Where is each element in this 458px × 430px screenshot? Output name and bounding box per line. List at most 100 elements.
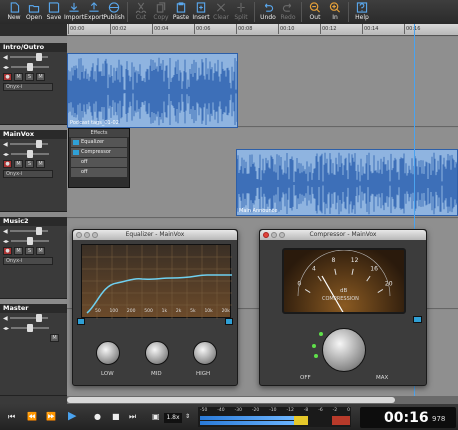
effect-slot[interactable]: Compressor <box>71 148 127 157</box>
mute-button[interactable]: M <box>14 160 23 168</box>
go-to-end-icon[interactable]: ⏭ <box>129 412 136 422</box>
minimize-button[interactable] <box>271 232 277 238</box>
toolbar-help-button[interactable]: Help <box>352 0 372 24</box>
horizontal-scrollbar[interactable] <box>67 396 458 404</box>
compressor-window: Compressor - MainVox 0 4 8 12 16 20 dB COMPRE… <box>259 229 427 386</box>
toolbar-separator <box>127 2 128 22</box>
effects-panel: Effects Equalizer Compressor off off <box>68 128 130 188</box>
track-name: MainVox <box>0 130 67 139</box>
eq-freq-label: 100 <box>109 309 119 314</box>
effect-slot[interactable]: off <box>71 168 127 177</box>
input-select[interactable]: Onyx-i <box>3 257 53 265</box>
eq-toggle-left[interactable] <box>77 318 85 325</box>
status-led <box>314 354 318 358</box>
record-button[interactable]: ● <box>3 160 12 168</box>
compressor-toggle[interactable] <box>413 316 422 323</box>
input-select[interactable]: Onyx-i <box>3 170 53 178</box>
toolbar-undo-button[interactable]: Undo <box>258 0 278 24</box>
eq-freq-label: 2k <box>175 309 182 314</box>
input-select[interactable]: Onyx-i <box>3 83 53 91</box>
ruler-tick: 00:12 <box>319 24 337 34</box>
channel-button[interactable]: M <box>50 334 59 342</box>
zoom-button[interactable] <box>92 232 98 238</box>
eq-freq-label: 1k <box>161 309 168 314</box>
rewind-icon[interactable]: ⏪ <box>27 412 37 421</box>
ruler-corner <box>0 24 67 36</box>
window-titlebar[interactable]: Equalizer - MainVox <box>73 230 237 240</box>
toolbar-cut-button[interactable]: Cut <box>131 0 151 24</box>
ruler-tick: 00:06 <box>193 24 211 34</box>
loop-icon[interactable]: ▣ <box>152 412 160 421</box>
pan-slider[interactable] <box>11 150 50 158</box>
eq-graph[interactable] <box>81 244 232 319</box>
timeline-ruler[interactable]: 00:00 00:02 00:04 00:06 00:08 00:10 00:12 00:14… <box>67 24 458 36</box>
record-icon[interactable]: ■ <box>112 412 120 421</box>
pan-slider[interactable] <box>11 237 50 245</box>
channel-button[interactable]: M <box>36 247 45 255</box>
toolbar-in-button[interactable]: In <box>325 0 345 24</box>
speed-stepper[interactable]: ⇕ <box>185 413 190 420</box>
effect-slot[interactable]: Equalizer <box>71 138 127 147</box>
low-knob[interactable] <box>96 341 120 365</box>
channel-button[interactable]: M <box>36 160 45 168</box>
waveform <box>68 54 237 127</box>
toolbar-publish-button[interactable]: Publish <box>103 0 125 24</box>
track-name: Intro/Outro <box>0 43 67 52</box>
window-title: Compressor - MainVox <box>309 231 377 238</box>
toolbar-copy-button[interactable]: Copy <box>151 0 171 24</box>
status-led <box>312 344 316 348</box>
toolbar-new-button[interactable]: New <box>4 0 24 24</box>
volume-slider[interactable] <box>9 53 48 61</box>
mute-button[interactable]: M <box>14 73 23 81</box>
compression-knob[interactable] <box>322 328 366 372</box>
toolbar-redo-button[interactable]: Redo <box>278 0 298 24</box>
record-button[interactable]: ● <box>3 73 12 81</box>
toolbar-export-button[interactable]: Export <box>84 0 104 24</box>
window-titlebar[interactable]: Compressor - MainVox <box>260 230 426 240</box>
toolbar-split-button[interactable]: Split <box>231 0 251 24</box>
ruler-tick: 00:10 <box>277 24 295 34</box>
pan-slider[interactable] <box>11 63 50 71</box>
go-to-start-icon[interactable]: ⏮ <box>8 412 15 422</box>
speed-display[interactable]: 1.8x <box>164 413 182 423</box>
effect-slot[interactable]: off <box>71 158 127 167</box>
toolbar-paste-button[interactable]: Paste <box>171 0 191 24</box>
new-icon <box>10 2 20 13</box>
eq-toggle-right[interactable] <box>225 318 233 325</box>
solo-button[interactable]: S <box>25 160 34 168</box>
toolbar-out-button[interactable]: Out <box>305 0 325 24</box>
fast-forward-icon[interactable]: ⏩ <box>46 412 56 421</box>
stop-icon[interactable]: ● <box>94 412 101 421</box>
play-icon[interactable]: ▶ <box>68 409 76 422</box>
record-button[interactable]: ● <box>3 247 12 255</box>
close-button[interactable] <box>76 232 82 238</box>
export-icon <box>89 2 99 12</box>
pan-slider[interactable] <box>11 324 50 332</box>
mute-button[interactable]: M <box>14 247 23 255</box>
volume-slider[interactable] <box>9 314 48 322</box>
minimize-button[interactable] <box>84 232 90 238</box>
volume-slider[interactable] <box>9 227 48 235</box>
volume-icon: ◀ <box>3 53 8 61</box>
publish-icon <box>108 2 120 13</box>
track-name: Music2 <box>0 217 67 226</box>
meter-scale-label: 0 <box>347 408 350 413</box>
pan-icon: ◂▸ <box>3 324 10 332</box>
close-button[interactable] <box>263 232 269 238</box>
toolbar-open-button[interactable]: Open <box>24 0 44 24</box>
channel-button[interactable]: M <box>36 73 45 81</box>
toolbar-save-button[interactable]: Save <box>44 0 64 24</box>
mid-knob[interactable] <box>145 341 169 365</box>
high-knob[interactable] <box>193 341 217 365</box>
transport-bar: ⏮ ⏪ ⏩ ▶ ● ■ ⏭ ▣ 1.8x ⇕ -50 -40 -30 -20 -10 -1… <box>0 404 458 430</box>
toolbar-insert-button[interactable]: Insert <box>191 0 211 24</box>
zoom-button[interactable] <box>279 232 285 238</box>
solo-button[interactable]: S <box>25 247 34 255</box>
solo-button[interactable]: S <box>25 73 34 81</box>
volume-slider[interactable] <box>9 140 48 148</box>
toolbar-import-button[interactable]: Import <box>64 0 84 24</box>
audio-clip[interactable]: Main Announce <box>236 149 458 216</box>
audio-clip[interactable]: Podcast tags_01-02 <box>67 53 238 128</box>
scrollbar-thumb[interactable] <box>67 397 395 403</box>
toolbar-clear-button[interactable]: Clear <box>211 0 231 24</box>
